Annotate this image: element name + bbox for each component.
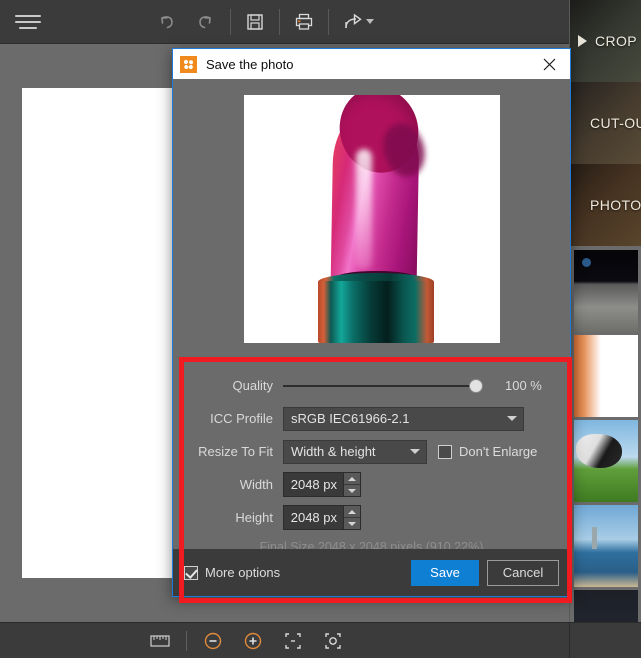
save-button[interactable]: Save (411, 559, 479, 586)
thumbnail-dog[interactable] (574, 335, 638, 417)
sidebar-thumbnail-grid (570, 246, 641, 622)
icc-profile-value: sRGB IEC61966-2.1 (291, 411, 410, 426)
statusbar-right-cell (569, 623, 641, 658)
sidebar-label-photomontage: PHOTOMONTAGE (590, 197, 641, 213)
save-photo-dialog: Save the photo Quality 100 % ICC Profile… (172, 48, 571, 597)
thumbnail-dark[interactable] (574, 590, 638, 622)
quality-slider[interactable] (283, 377, 483, 395)
resize-to-fit-label: Resize To Fit (198, 444, 273, 459)
sidebar-section-photomontage[interactable]: PHOTOMONTAGE (570, 164, 641, 246)
quality-row: Quality 100 % (173, 372, 570, 399)
width-value[interactable]: 2048 px (284, 473, 343, 496)
dialog-title-text: Save the photo (206, 56, 294, 72)
chevron-down-icon[interactable] (404, 449, 426, 454)
icc-profile-row: ICC Profile sRGB IEC61966-2.1 (173, 405, 570, 432)
sidebar-section-cutout[interactable]: CUT-OUT (570, 82, 641, 164)
zoom-out-icon[interactable] (193, 623, 233, 658)
dont-enlarge-label: Don't Enlarge (459, 444, 538, 459)
printer-icon[interactable] (284, 0, 324, 44)
more-options-checkbox[interactable]: More options (184, 565, 280, 580)
thumbnail-venice[interactable] (574, 505, 638, 587)
height-stepper-buttons (343, 506, 360, 529)
width-increment-button[interactable] (344, 473, 360, 485)
thumbnail-moon[interactable] (574, 250, 638, 332)
app-window: CROP CUT-OUT PHOTOMONTAGE (0, 0, 641, 658)
toolbar-divider (230, 8, 231, 35)
dialog-title-bar[interactable]: Save the photo (173, 49, 570, 79)
more-options-checkbox-box[interactable] (184, 565, 198, 580)
icc-profile-select[interactable]: sRGB IEC61966-2.1 (283, 406, 524, 431)
zoom-in-icon[interactable] (233, 623, 273, 658)
dont-enlarge-checkbox-box[interactable] (438, 444, 452, 459)
right-sidebar[interactable]: CROP CUT-OUT PHOTOMONTAGE (569, 0, 641, 622)
dont-enlarge-checkbox[interactable]: Don't Enlarge (438, 444, 537, 459)
chevron-down-icon[interactable] (501, 416, 523, 421)
width-stepper[interactable]: 2048 px (283, 472, 361, 497)
top-toolbar (0, 0, 641, 44)
quality-label: Quality (232, 378, 273, 393)
cancel-button[interactable]: Cancel (487, 559, 559, 586)
quality-value: 100 % (505, 378, 542, 393)
icc-profile-label: ICC Profile (210, 411, 273, 426)
actual-size-icon[interactable] (313, 623, 353, 658)
lipstick-preview-image (243, 95, 500, 343)
height-decrement-button[interactable] (344, 518, 360, 529)
width-label: Width (239, 477, 273, 492)
close-icon[interactable] (528, 50, 570, 79)
play-arrow-icon (578, 35, 587, 47)
sidebar-label-crop: CROP (595, 33, 638, 49)
width-row: Width 2048 px (173, 471, 570, 498)
resize-to-fit-row: Resize To Fit Width & height Don't Enlar… (173, 438, 570, 465)
preview-lipstick-tube (317, 281, 434, 343)
resize-to-fit-select[interactable]: Width & height (283, 439, 427, 464)
floppy-save-icon[interactable] (235, 0, 275, 44)
resize-to-fit-value: Width & height (291, 444, 376, 459)
height-value[interactable]: 2048 px (284, 506, 343, 529)
preview-lipstick-highlight (355, 149, 372, 269)
chevron-down-icon[interactable] (366, 19, 374, 24)
hamburger-menu-icon[interactable] (0, 0, 56, 44)
more-options-label: More options (205, 565, 281, 580)
bottom-status-bar (0, 622, 641, 658)
undo-icon[interactable] (146, 0, 186, 44)
height-stepper[interactable]: 2048 px (283, 505, 361, 530)
width-stepper-buttons (343, 473, 360, 496)
toolbar-divider-2 (279, 8, 280, 35)
sidebar-section-crop[interactable]: CROP (570, 0, 641, 82)
height-row: Height 2048 px (173, 504, 570, 531)
width-decrement-button[interactable] (344, 485, 360, 496)
sidebar-label-cutout: CUT-OUT (590, 115, 641, 131)
toolbar-divider-3 (328, 8, 329, 35)
share-icon[interactable] (333, 0, 383, 44)
fit-to-screen-icon[interactable] (273, 623, 313, 658)
dialog-footer: More options Save Cancel (173, 549, 570, 596)
flower-app-icon (180, 55, 197, 73)
height-label: Height (235, 510, 273, 525)
height-increment-button[interactable] (344, 506, 360, 518)
dialog-preview-area (173, 79, 570, 359)
thumbnail-cow[interactable] (574, 420, 638, 502)
redo-icon[interactable] (186, 0, 226, 44)
dialog-controls: Quality 100 % ICC Profile sRGB IEC61966-… (173, 359, 570, 554)
quality-slider-knob[interactable] (469, 378, 483, 393)
statusbar-divider (186, 630, 187, 651)
quality-slider-track (283, 384, 483, 387)
ruler-icon[interactable] (140, 623, 180, 658)
